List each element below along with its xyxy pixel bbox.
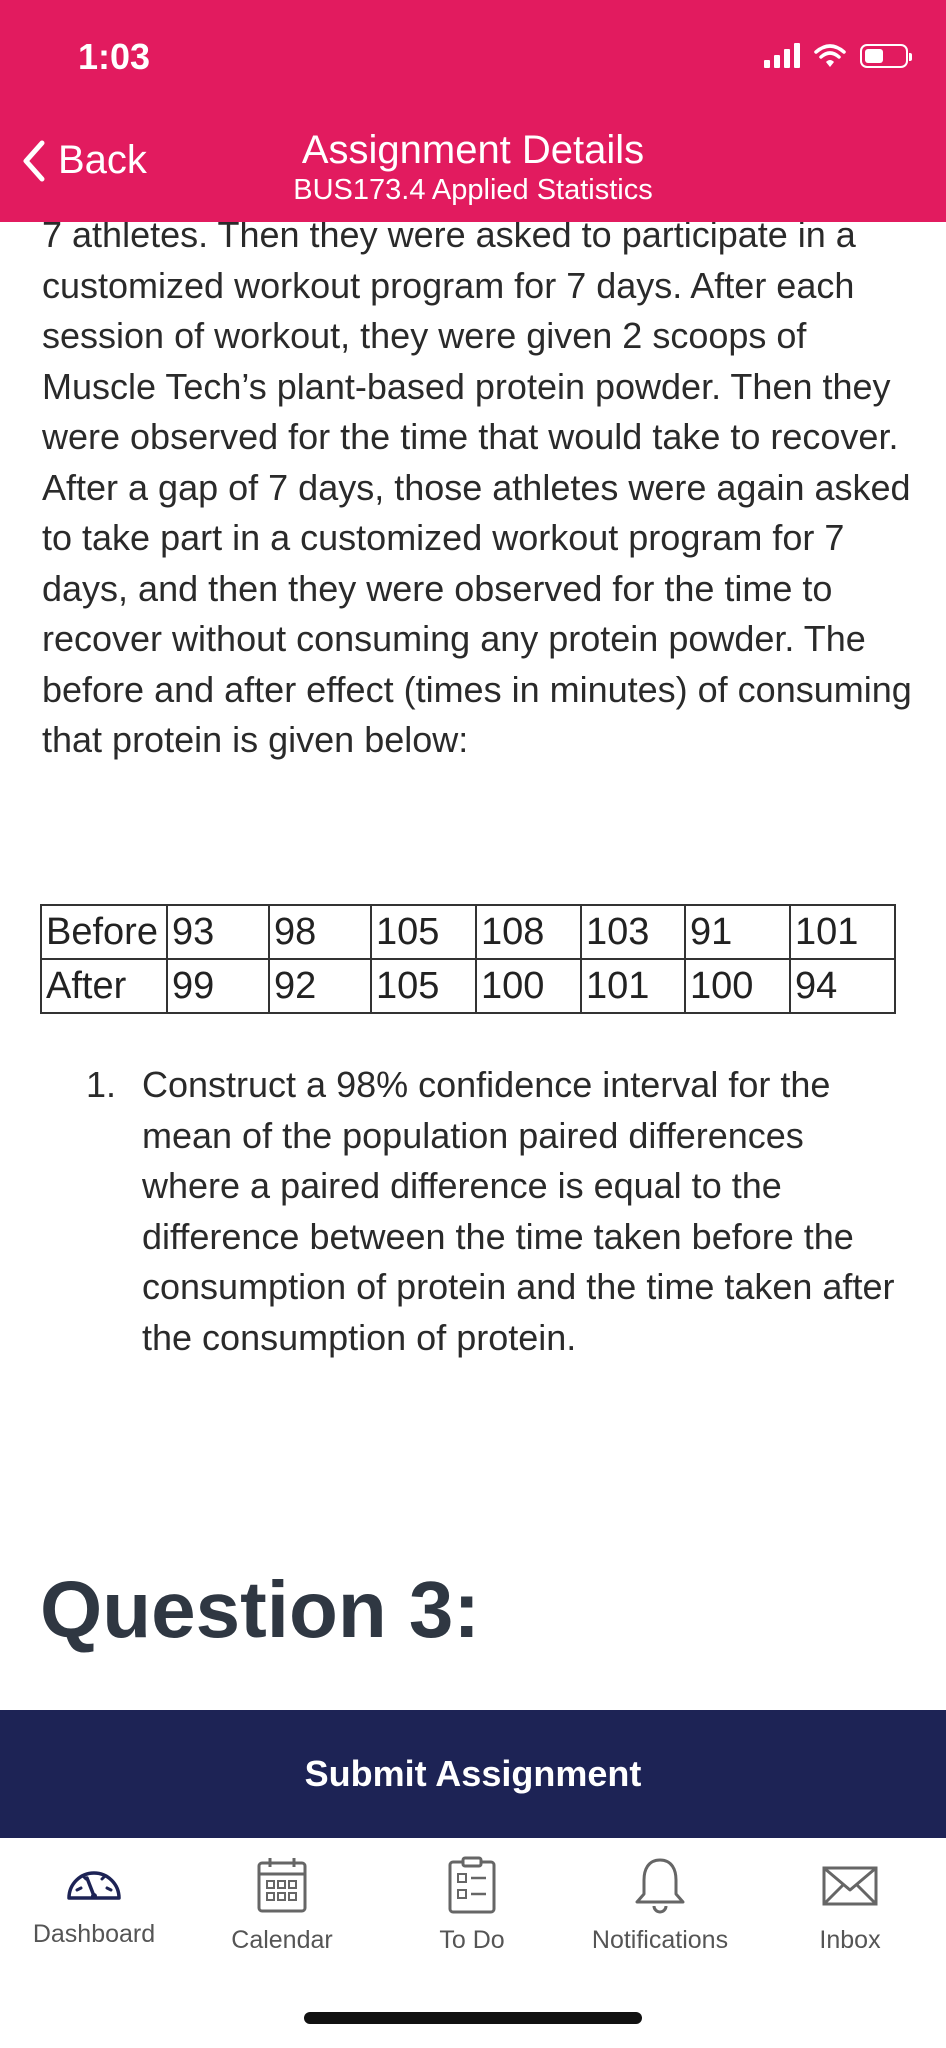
tab-label: Calendar — [231, 1926, 333, 1954]
tab-dashboard[interactable]: Dashboard — [0, 1856, 188, 1949]
status-time: 1:03 — [78, 36, 151, 77]
battery-icon — [860, 44, 912, 68]
wifi-icon — [814, 44, 846, 67]
table-cell: 101 — [789, 904, 896, 960]
table-cell: 100 — [475, 958, 582, 1014]
page-subtitle: BUS173.4 Applied Statistics — [293, 174, 653, 206]
calendar-icon — [257, 1858, 307, 1913]
row-label: After — [40, 958, 168, 1014]
submit-assignment-button[interactable]: Submit Assignment — [0, 1710, 946, 1838]
table-cell: 100 — [684, 958, 791, 1014]
tab-notifications[interactable]: Notifications — [566, 1856, 754, 1955]
tab-label: Inbox — [819, 1926, 881, 1954]
tab-label: To Do — [439, 1926, 505, 1954]
page-title: Assignment Details — [301, 128, 645, 172]
home-indicator[interactable] — [304, 2012, 642, 2024]
tab-label: Notifications — [591, 1926, 729, 1954]
table-cell: 105 — [370, 904, 477, 960]
question-paragraph: 7 athletes. Then they were asked to part… — [42, 214, 912, 760]
row-label: Before — [40, 904, 168, 960]
signal-icon — [764, 42, 800, 68]
table-cell: 99 — [166, 958, 270, 1014]
tab-inbox[interactable]: Inbox — [756, 1856, 944, 1955]
table-cell: 98 — [268, 904, 372, 960]
table-cell: 103 — [580, 904, 686, 960]
todo-icon — [448, 1856, 496, 1914]
question-number: 1. — [86, 1064, 117, 1105]
data-table: Before 93 98 105 108 103 91 101 After 99… — [40, 904, 896, 1014]
table-cell: 101 — [580, 958, 686, 1014]
tab-calendar[interactable]: Calendar — [188, 1856, 376, 1955]
bell-icon — [635, 1858, 685, 1914]
table-cell: 93 — [166, 904, 270, 960]
table-row: Before 93 98 105 108 103 91 101 — [40, 904, 896, 960]
section-heading: Question 3: — [40, 1565, 481, 1654]
tab-label: Dashboard — [32, 1920, 156, 1948]
question-body: 7 athletes. Then they were asked to part… — [42, 210, 912, 766]
tab-todo[interactable]: To Do — [378, 1856, 566, 1955]
mail-icon — [822, 1866, 878, 1906]
question-text: Construct a 98% confidence interval for … — [142, 1064, 895, 1358]
table-cell: 92 — [268, 958, 372, 1014]
table-cell: 105 — [370, 958, 477, 1014]
table-cell: 91 — [684, 904, 791, 960]
table-cell: 94 — [789, 958, 896, 1014]
table-cell: 108 — [475, 904, 582, 960]
dashboard-icon — [67, 1871, 121, 1900]
app-header: 1:03 Back Assignment Details BUS173.4 Ap… — [0, 0, 946, 222]
status-icons — [764, 42, 912, 68]
table-row: After 99 92 105 100 101 100 94 — [40, 958, 896, 1014]
